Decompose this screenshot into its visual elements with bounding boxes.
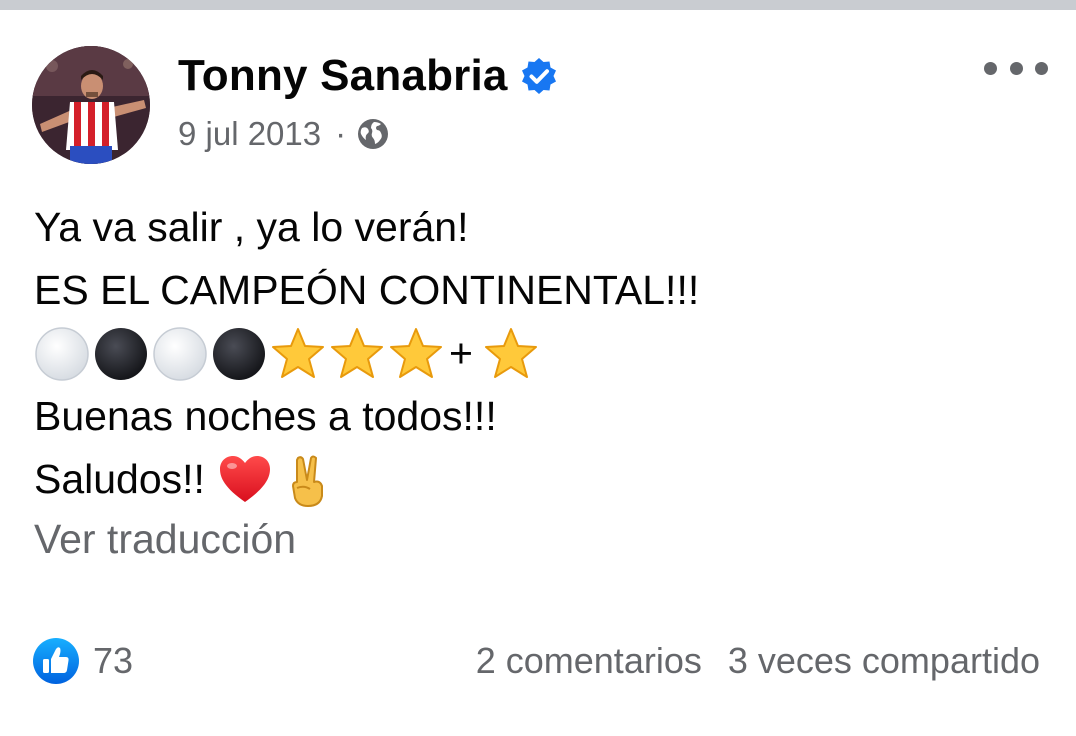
top-divider — [0, 0, 1076, 10]
star-emoji — [270, 326, 326, 382]
post-date[interactable]: 9 jul 2013 — [178, 115, 321, 153]
star-emoji — [483, 326, 539, 382]
post-line: ES EL CAMPEÓN CONTINENTAL!!! — [34, 267, 700, 313]
post-line: Buenas noches a todos!!! — [34, 393, 497, 439]
victory-hand-emoji — [280, 452, 336, 508]
more-dot — [984, 61, 997, 75]
more-options-button[interactable] — [984, 50, 1048, 86]
black-circle-emoji — [211, 326, 267, 382]
globe-icon — [356, 117, 390, 151]
author-name[interactable]: Tonny Sanabria — [178, 51, 508, 101]
white-circle-emoji — [152, 326, 208, 382]
post-text: Ya va salir , ya lo verán! ES EL CAMPEÓN… — [34, 196, 699, 511]
black-circle-emoji — [93, 326, 149, 382]
post-meta: 9 jul 2013 · — [178, 112, 390, 156]
star-emoji — [329, 326, 385, 382]
verified-badge-icon — [520, 57, 558, 95]
shares-count-link[interactable]: 3 veces compartido — [728, 640, 1040, 682]
see-translation-link[interactable]: Ver traducción — [34, 516, 296, 563]
avatar-photo — [32, 46, 150, 164]
white-circle-emoji — [34, 326, 90, 382]
more-dot — [1035, 61, 1048, 75]
meta-separator: · — [335, 115, 347, 152]
engagement-stats: 2 comentarios 3 veces compartido — [476, 636, 1040, 686]
like-icon — [32, 637, 80, 685]
star-emoji — [388, 326, 444, 382]
author-row: Tonny Sanabria — [178, 48, 558, 104]
more-dot — [1009, 61, 1023, 75]
comments-count-link[interactable]: 2 comentarios — [476, 640, 702, 682]
reaction-count: 73 — [93, 640, 134, 681]
post-line: Saludos!! — [34, 456, 205, 502]
post-line-with-emojis: Saludos!! — [34, 448, 699, 511]
avatar[interactable] — [32, 46, 150, 164]
post-line: Ya va salir , ya lo verán! — [34, 204, 469, 250]
emoji-line: + — [34, 322, 699, 385]
reaction-summary[interactable]: 73 — [32, 636, 133, 686]
plus-sign: + — [449, 330, 473, 376]
red-heart-emoji — [217, 452, 273, 508]
